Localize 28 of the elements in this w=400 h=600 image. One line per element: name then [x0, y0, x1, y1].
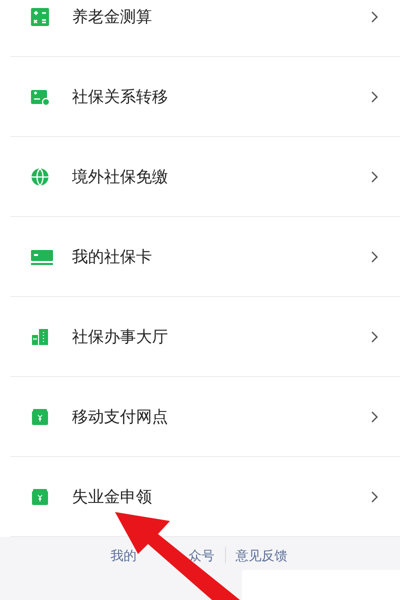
- chevron-right-icon: [370, 170, 378, 182]
- chevron-right-icon: [370, 330, 378, 342]
- menu-label: 社保办事大厅: [72, 326, 169, 348]
- wallet-icon: [30, 486, 50, 506]
- globe-icon: [30, 166, 50, 186]
- menu-item[interactable]: 社保办事大厅: [10, 297, 400, 377]
- menu-item[interactable]: 养老金测算: [10, 0, 400, 57]
- menu-item[interactable]: 社保关系转移: [10, 57, 400, 137]
- menu-item[interactable]: 境外社保免缴: [10, 137, 400, 217]
- menu-label: 养老金测算: [72, 6, 153, 28]
- menu-label: 我的社保卡: [72, 246, 153, 268]
- chevron-right-icon: [370, 10, 378, 22]
- menu-item[interactable]: 移动支付网点: [10, 377, 400, 457]
- menu-label: 社保关系转移: [72, 86, 169, 108]
- menu-item[interactable]: 我的社保卡: [10, 217, 400, 297]
- menu-label: 失业金申领: [72, 486, 153, 508]
- building-icon: [30, 326, 50, 346]
- wallet-icon: [30, 406, 50, 426]
- chevron-right-icon: [370, 410, 378, 422]
- menu-label: 境外社保免缴: [72, 166, 169, 188]
- calculator-icon: [30, 6, 50, 26]
- chevron-right-icon: [370, 250, 378, 262]
- footer-link-fragment[interactable]: 众号: [188, 547, 214, 566]
- menu-label: 移动支付网点: [72, 406, 169, 428]
- chevron-right-icon: [370, 490, 378, 502]
- chevron-right-icon: [370, 90, 378, 102]
- footer-link-fragment[interactable]: 我的: [110, 547, 136, 566]
- feedback-link[interactable]: 意见反馈: [236, 547, 288, 566]
